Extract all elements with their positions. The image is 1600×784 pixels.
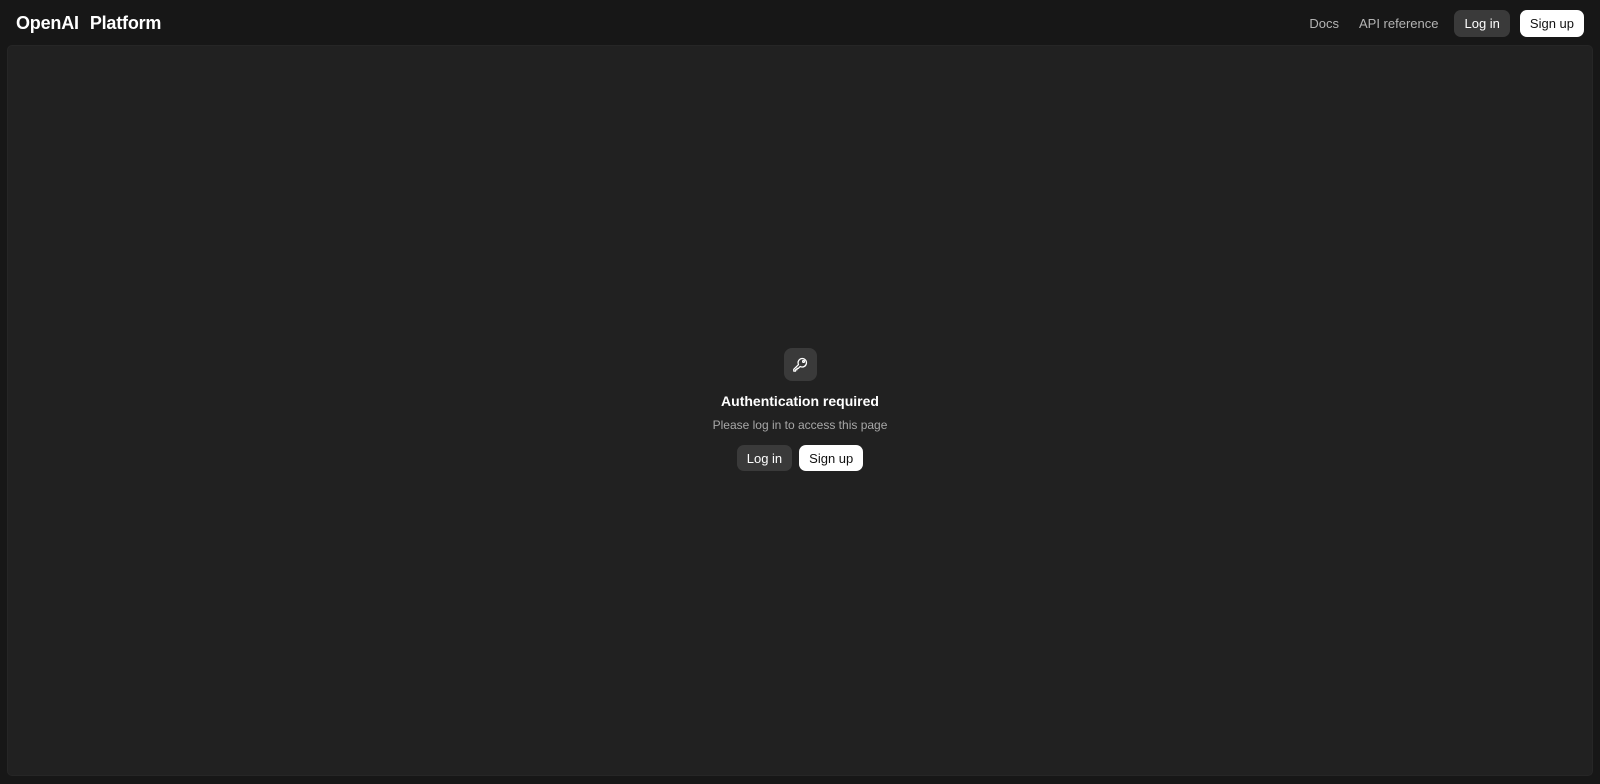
product-name: Platform (89, 12, 162, 33)
header-signup-button[interactable]: Sign up (1519, 9, 1584, 37)
auth-required-message: Authentication required Please log in to… (8, 348, 1592, 471)
auth-actions: Log in Sign up (736, 445, 864, 471)
brand-logo[interactable]: OpenAI Platform (16, 13, 161, 34)
brand-name: OpenAI (16, 12, 79, 33)
api-reference-link[interactable]: API reference (1359, 16, 1439, 31)
docs-link[interactable]: Docs (1309, 16, 1339, 31)
header-actions: Docs API reference Log in Sign up (1309, 9, 1584, 37)
login-button[interactable]: Log in (736, 445, 793, 471)
main-content-panel: Authentication required Please log in to… (7, 45, 1593, 776)
header-login-button[interactable]: Log in (1454, 9, 1510, 37)
auth-title: Authentication required (721, 393, 879, 409)
auth-subtitle: Please log in to access this page (712, 418, 888, 432)
signup-button[interactable]: Sign up (799, 445, 864, 471)
key-icon (783, 348, 817, 381)
top-navigation-bar: OpenAI Platform Docs API reference Log i… (0, 0, 1600, 46)
